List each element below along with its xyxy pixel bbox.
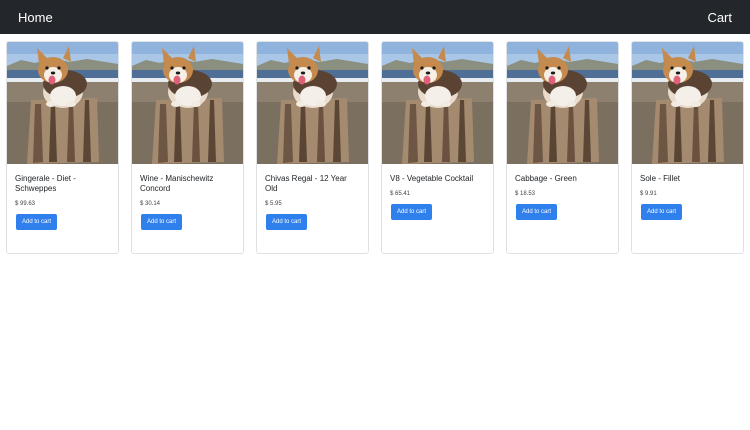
product-title: Sole - Fillet <box>640 174 681 183</box>
product-card: Cabbage - Green $ 18.53 Add to cart <box>506 41 619 254</box>
product-price: $ 30.14 <box>140 201 161 207</box>
product-title: Chivas Regal - 12 Year Old <box>265 174 347 193</box>
add-to-cart-button[interactable]: Add to cart <box>641 204 683 220</box>
cart-link[interactable]: Cart <box>707 10 732 25</box>
add-to-cart-button[interactable]: Add to cart <box>516 204 558 220</box>
card-body: Cabbage - Green $ 18.53 Add to cart <box>507 164 618 220</box>
add-to-cart-button[interactable]: Add to cart <box>141 214 183 230</box>
product-price: $ 9.91 <box>640 191 657 197</box>
product-card: Sole - Fillet $ 9.91 Add to cart <box>631 41 744 254</box>
product-title: Wine - Manischewitz Concord <box>140 174 214 193</box>
card-body: Sole - Fillet $ 9.91 Add to cart <box>632 164 743 220</box>
product-title: Cabbage - Green <box>515 174 577 183</box>
add-to-cart-button[interactable]: Add to cart <box>266 214 308 230</box>
product-price: $ 5.95 <box>265 201 282 207</box>
product-price: $ 65.41 <box>390 191 411 197</box>
product-title: Gingerale - Diet - Schweppes <box>15 174 76 193</box>
add-to-cart-button[interactable]: Add to cart <box>16 214 58 230</box>
product-card: V8 - Vegetable Cocktail $ 65.41 Add to c… <box>381 41 494 254</box>
product-price: $ 18.53 <box>515 191 536 197</box>
product-image <box>257 42 368 164</box>
product-image <box>132 42 243 164</box>
card-body: Chivas Regal - 12 Year Old $ 5.95 Add to… <box>257 164 368 230</box>
product-grid: Gingerale - Diet - Schweppes $ 99.63 Add… <box>6 41 744 254</box>
card-body: Gingerale - Diet - Schweppes $ 99.63 Add… <box>7 164 118 230</box>
product-title: V8 - Vegetable Cocktail <box>390 174 474 183</box>
product-card: Chivas Regal - 12 Year Old $ 5.95 Add to… <box>256 41 369 254</box>
product-card: Gingerale - Diet - Schweppes $ 99.63 Add… <box>6 41 119 254</box>
product-image <box>632 42 743 164</box>
top-navbar: Home Cart <box>0 0 750 34</box>
card-body: V8 - Vegetable Cocktail $ 65.41 Add to c… <box>382 164 493 220</box>
add-to-cart-button[interactable]: Add to cart <box>391 204 433 220</box>
product-price: $ 99.63 <box>15 201 36 207</box>
product-image <box>7 42 118 164</box>
product-image <box>507 42 618 164</box>
home-link[interactable]: Home <box>18 10 53 25</box>
product-image <box>382 42 493 164</box>
product-card: Wine - Manischewitz Concord $ 30.14 Add … <box>131 41 244 254</box>
card-body: Wine - Manischewitz Concord $ 30.14 Add … <box>132 164 243 230</box>
